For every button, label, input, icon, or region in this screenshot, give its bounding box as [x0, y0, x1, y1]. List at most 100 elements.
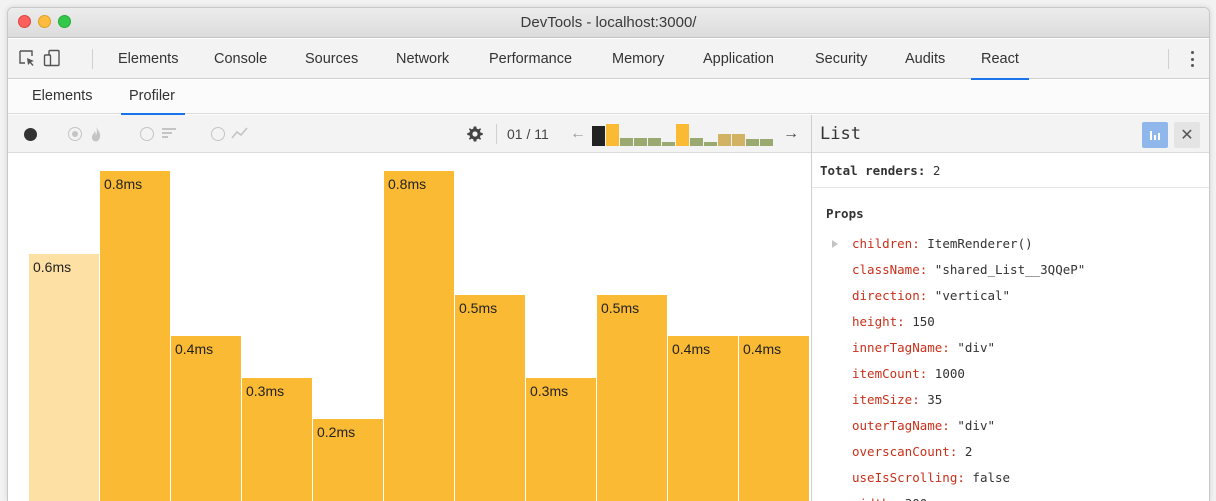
tab-audits[interactable]: Audits: [905, 39, 945, 79]
devtools-tab-bar: Elements Console Sources Network Perform…: [8, 39, 1209, 80]
bar-duration-label: 0.5ms: [601, 300, 639, 316]
ranked-chart-radio[interactable]: [140, 127, 154, 141]
prop-key: useIsScrolling:: [852, 470, 965, 485]
prop-row[interactable]: itemSize: 35: [852, 388, 942, 412]
commit-strip-bar[interactable]: [676, 124, 689, 146]
prop-key: itemSize:: [852, 392, 920, 407]
prop-row[interactable]: width: 300: [852, 492, 927, 501]
tab-application[interactable]: Application: [703, 39, 774, 79]
tab-memory[interactable]: Memory: [612, 39, 664, 79]
commit-bar[interactable]: [100, 171, 170, 501]
prop-value: "div": [957, 340, 996, 355]
total-renders-label: Total renders:: [820, 163, 926, 178]
commit-strip-bar[interactable]: [592, 126, 605, 146]
props-heading: Props: [826, 206, 864, 221]
settings-gear-icon[interactable]: [466, 125, 484, 143]
commit-strip-bar[interactable]: [634, 138, 647, 146]
commit-strip-bar[interactable]: [606, 124, 619, 146]
show-chart-button[interactable]: [1142, 122, 1168, 148]
devtools-window: DevTools - localhost:3000/ Elements Cons…: [7, 7, 1210, 501]
interactions-radio[interactable]: [211, 127, 225, 141]
prop-value: 300: [905, 496, 928, 501]
commit-bar[interactable]: [171, 336, 241, 501]
commit-bar[interactable]: [455, 295, 525, 501]
tab-security[interactable]: Security: [815, 39, 867, 79]
prop-row[interactable]: useIsScrolling: false: [852, 466, 1010, 490]
commit-selector[interactable]: [592, 124, 774, 146]
tab-elements[interactable]: Elements: [118, 39, 178, 79]
prop-value: ItemRenderer(): [927, 236, 1033, 251]
commit-strip-bar[interactable]: [760, 139, 773, 146]
total-renders-value: 2: [932, 163, 941, 178]
bar-duration-label: 0.4ms: [743, 341, 781, 357]
profiler-chart[interactable]: 0.6ms 0.8ms 0.4ms 0.3ms 0.2ms 0.8ms 0.5ms 0.3ms…: [8, 154, 811, 501]
commit-bar[interactable]: [668, 336, 738, 501]
commit-bar[interactable]: [29, 254, 99, 501]
commit-bar[interactable]: [739, 336, 809, 501]
tab-console[interactable]: Console: [214, 39, 267, 79]
flame-icon: [88, 125, 106, 143]
bar-duration-label: 0.8ms: [104, 176, 142, 192]
commit-strip-bar[interactable]: [746, 139, 759, 146]
prop-value: 2: [964, 444, 973, 459]
prop-key: itemCount:: [852, 366, 928, 381]
tab-react[interactable]: React: [971, 39, 1029, 80]
commit-strip-bar[interactable]: [732, 134, 745, 146]
prop-key: height:: [852, 314, 905, 329]
prop-key: direction:: [852, 288, 928, 303]
commit-strip-bar[interactable]: [620, 138, 633, 146]
prop-value: "vertical": [934, 288, 1011, 303]
tab-performance[interactable]: Performance: [489, 39, 572, 79]
prop-key: width:: [852, 496, 897, 501]
commit-strip-bar[interactable]: [704, 142, 717, 146]
expand-arrow-icon[interactable]: [832, 240, 838, 248]
commit-strip-bar[interactable]: [662, 142, 675, 146]
close-icon[interactable]: ✕: [1174, 122, 1200, 148]
selected-component-name: List: [820, 124, 861, 144]
inspect-element-icon[interactable]: [18, 49, 36, 67]
prop-row[interactable]: itemCount: 1000: [852, 362, 965, 386]
prop-key: overscanCount:: [852, 444, 958, 459]
toolbar-separator: [92, 49, 93, 69]
prop-value: 35: [927, 392, 943, 407]
prop-row[interactable]: direction: "vertical": [852, 284, 1010, 308]
react-tab-elements[interactable]: Elements: [32, 80, 92, 114]
prop-key: outerTagName:: [852, 418, 950, 433]
tab-sources[interactable]: Sources: [305, 39, 358, 79]
bar-duration-label: 0.4ms: [672, 341, 710, 357]
prop-value: "div": [957, 418, 996, 433]
bar-duration-label: 0.3ms: [246, 383, 284, 399]
prop-row[interactable]: overscanCount: 2: [852, 440, 972, 464]
bar-chart-icon: [1150, 131, 1160, 140]
more-options-icon[interactable]: [1189, 48, 1195, 70]
commit-bar-chart: 0.6ms 0.8ms 0.4ms 0.3ms 0.2ms 0.8ms 0.5ms 0.3ms…: [29, 171, 809, 501]
commit-strip-bar[interactable]: [718, 134, 731, 146]
flame-chart-radio[interactable]: [68, 127, 82, 141]
record-button[interactable]: [24, 128, 37, 141]
previous-commit-button[interactable]: ←: [570, 115, 586, 153]
prop-key: children:: [852, 236, 920, 251]
details-header: List ✕: [812, 115, 1209, 153]
react-tab-profiler[interactable]: Profiler: [121, 80, 185, 115]
commit-bar[interactable]: [597, 295, 667, 501]
bar-duration-label: 0.2ms: [317, 424, 355, 440]
tab-network[interactable]: Network: [396, 39, 449, 79]
bar-duration-label: 0.5ms: [459, 300, 497, 316]
ranked-chart-icon: [161, 125, 179, 143]
bar-duration-label: 0.4ms: [175, 341, 213, 357]
prop-row[interactable]: innerTagName: "div": [852, 336, 995, 360]
prop-row[interactable]: outerTagName: "div": [852, 414, 995, 438]
commit-bar[interactable]: [384, 171, 454, 501]
prop-row[interactable]: height: 150: [852, 310, 935, 334]
device-toolbar-icon[interactable]: [43, 49, 61, 67]
commit-strip-bar[interactable]: [690, 138, 703, 146]
bar-duration-label: 0.3ms: [530, 383, 568, 399]
prop-value: 1000: [934, 366, 965, 381]
window-title: DevTools - localhost:3000/: [520, 14, 697, 31]
commit-strip-bar[interactable]: [648, 138, 661, 146]
next-commit-button[interactable]: →: [783, 115, 799, 153]
prop-row[interactable]: className: "shared_List__3QQeP": [852, 258, 1085, 282]
prop-row[interactable]: children: ItemRenderer(): [832, 232, 1033, 256]
prop-value: false: [972, 470, 1011, 485]
component-details-panel: List ✕ Total renders: 2 Props children: …: [811, 115, 1209, 501]
